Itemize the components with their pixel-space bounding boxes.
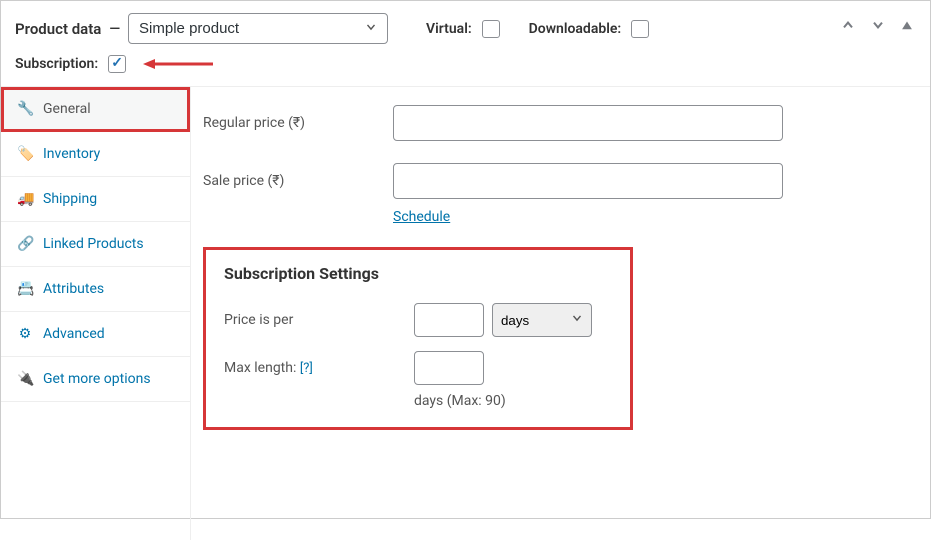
tab-label: Shipping (43, 191, 97, 207)
tab-label: Attributes (43, 281, 104, 297)
advanced-icon: ⚙ (17, 326, 33, 342)
sale-price-input[interactable] (393, 163, 783, 199)
subscription-label: Subscription: (15, 56, 98, 72)
inventory-icon: 🏷️ (17, 146, 33, 162)
tab-shipping[interactable]: 🚚 Shipping (1, 177, 190, 222)
max-length-hint: days (Max: 90) (414, 393, 612, 409)
tab-attributes[interactable]: 📇 Attributes (1, 267, 190, 312)
tab-advanced[interactable]: ⚙ Advanced (1, 312, 190, 357)
virtual-label: Virtual: (426, 21, 472, 37)
price-per-label: Price is per (224, 312, 414, 328)
product-type-select[interactable]: Simple product (128, 13, 388, 44)
regular-price-input[interactable] (393, 105, 783, 141)
downloadable-label: Downloadable: (529, 21, 622, 37)
tab-get-more-options[interactable]: 🔌 Get more options (1, 357, 190, 402)
regular-price-label: Regular price (₹) (203, 115, 393, 131)
max-length-label: Max length: [?] (224, 360, 414, 376)
move-down-icon[interactable] (870, 17, 886, 37)
price-per-unit-select[interactable]: days (492, 303, 592, 337)
price-per-input[interactable] (414, 303, 484, 337)
schedule-link[interactable]: Schedule (393, 209, 450, 225)
tab-label: Advanced (43, 326, 105, 342)
attributes-icon: 📇 (17, 281, 33, 297)
subscription-settings-heading: Subscription Settings (224, 264, 612, 283)
title-dash: — (109, 21, 120, 37)
downloadable-checkbox[interactable] (631, 20, 649, 38)
sale-price-label: Sale price (₹) (203, 173, 393, 189)
general-icon: 🔧 (17, 101, 33, 117)
tab-inventory[interactable]: 🏷️ Inventory (1, 132, 190, 177)
tab-label: Inventory (43, 146, 100, 162)
product-data-tabs: 🔧 General 🏷️ Inventory 🚚 Shipping 🔗 Linked Prod… (1, 87, 191, 540)
tab-label: Get more options (43, 371, 151, 387)
tab-label: Linked Products (43, 236, 144, 252)
shipping-icon: 🚚 (17, 191, 33, 207)
max-length-input[interactable] (414, 351, 484, 385)
tab-linked-products[interactable]: 🔗 Linked Products (1, 222, 190, 267)
annotation-arrow-icon (143, 56, 213, 72)
move-up-icon[interactable] (840, 17, 856, 37)
product-data-panel: Product data — Simple product Virtual: D… (0, 0, 931, 519)
subscription-checkbox[interactable] (108, 55, 126, 73)
linked-products-icon: 🔗 (17, 236, 33, 252)
tab-general[interactable]: 🔧 General (1, 87, 190, 132)
help-icon[interactable]: [?] (300, 361, 313, 376)
panel-header: Product data — Simple product Virtual: D… (1, 1, 930, 87)
toggle-panel-icon[interactable] (900, 17, 914, 37)
virtual-checkbox[interactable] (482, 20, 500, 38)
get-more-options-icon: 🔌 (17, 371, 33, 387)
tab-content-general: Regular price (₹) Sale price (₹) Schedul… (191, 87, 930, 540)
subscription-settings-box: Subscription Settings Price is per days (203, 247, 633, 430)
panel-title: Product data (15, 20, 101, 38)
tab-label: General (43, 101, 91, 117)
